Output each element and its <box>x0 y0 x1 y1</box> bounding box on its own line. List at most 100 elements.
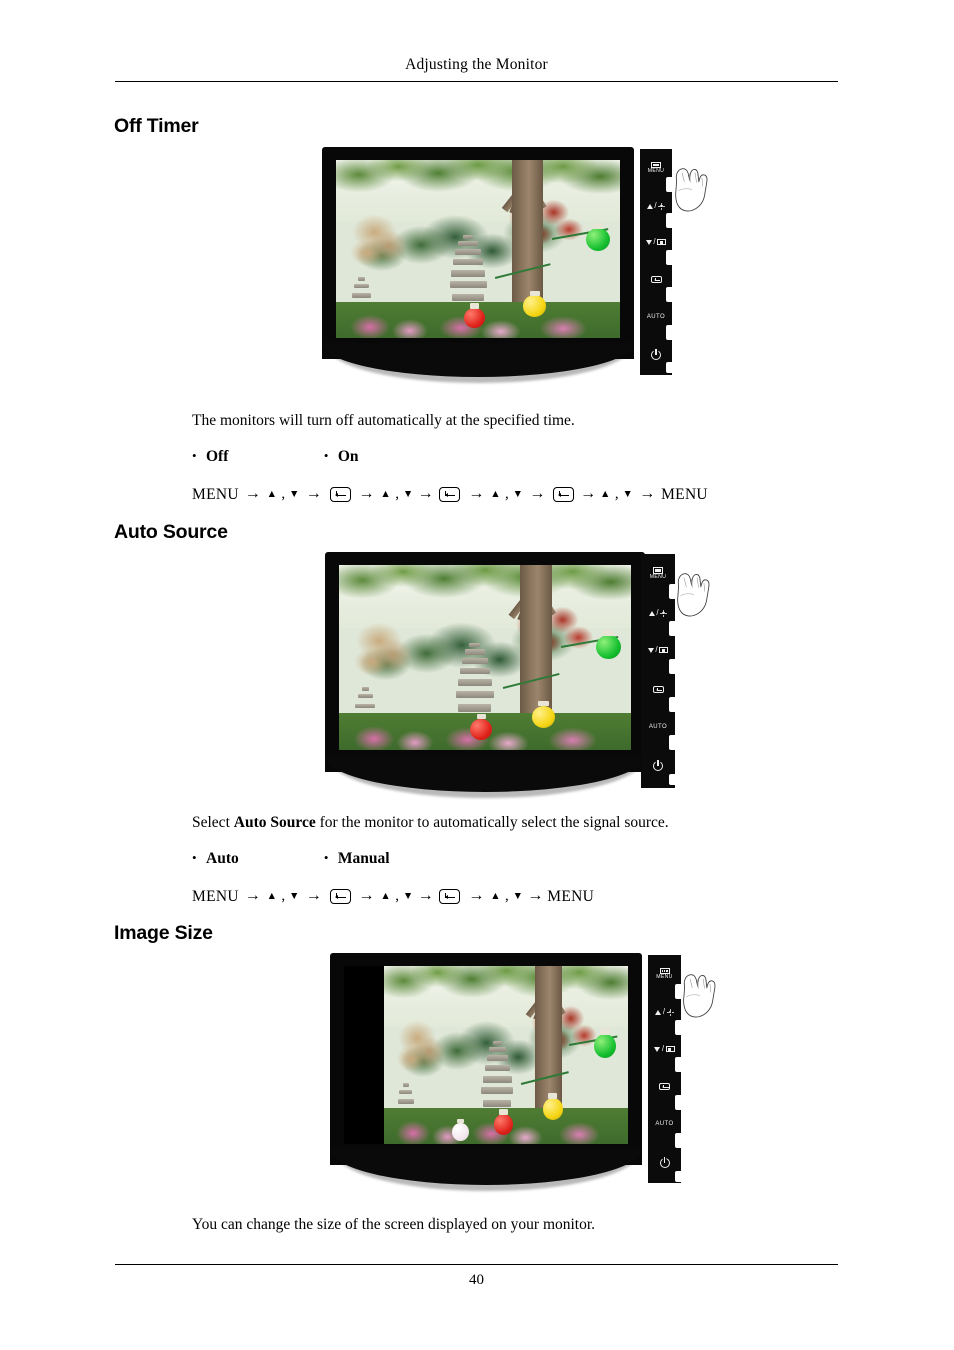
manual-page: Adjusting the Monitor Off Timer MENU / /… <box>0 0 954 1350</box>
auto-button-label: AUTO <box>646 314 666 320</box>
nav-sequence-off-timer: MENU → ▲ , ▼ → → ▲ , ▼ → → ▲ , ▼ → → ▲ ,… <box>192 486 708 502</box>
up-brightness-button[interactable]: / <box>641 603 675 623</box>
auto-button[interactable]: AUTO <box>641 717 675 737</box>
option-item: • On <box>324 448 452 466</box>
comma-glyph: , <box>395 887 399 904</box>
down-image-icon: / <box>645 238 667 246</box>
down-image-button[interactable]: / <box>641 640 675 660</box>
auto-button-label: AUTO <box>648 724 668 730</box>
power-icon <box>651 349 661 360</box>
option-label: On <box>337 448 359 465</box>
photo-lantern-green <box>595 630 621 660</box>
menu-button-label: MENU <box>647 168 665 175</box>
footer-divider <box>115 1264 838 1265</box>
photo-lantern-red <box>470 713 493 740</box>
down-triangle-glyph: ▼ <box>512 489 524 500</box>
arrow-glyph: → <box>527 887 544 905</box>
auto-button[interactable]: AUTO <box>648 1114 681 1134</box>
down-triangle-glyph: ▼ <box>289 489 300 500</box>
menu-button-label: MENU <box>656 974 673 981</box>
panel-notch <box>675 1133 681 1148</box>
arrow-glyph: → <box>417 887 434 905</box>
monitor-screen <box>344 966 628 1144</box>
monitor-bezel-chin <box>322 343 634 377</box>
option-list-auto-source: • Auto • Manual <box>192 850 452 868</box>
menu-button[interactable]: MENU <box>641 560 675 587</box>
option-label: Manual <box>337 850 390 867</box>
panel-notch <box>669 659 675 674</box>
down-triangle-glyph: ▼ <box>289 891 300 902</box>
section-description-off-timer: The monitors will turn off automatically… <box>192 412 575 429</box>
down-image-icon: / <box>654 1045 675 1053</box>
bullet-glyph: • <box>323 850 329 865</box>
down-image-button[interactable]: / <box>648 1039 681 1059</box>
section-description-image-size: You can change the size of the screen di… <box>192 1216 596 1233</box>
enter-button[interactable] <box>640 269 672 289</box>
section-heading-image-size: Image Size <box>114 922 213 944</box>
up-triangle-glyph: ▲ <box>600 489 611 500</box>
photo-lantern-red <box>493 1108 514 1136</box>
enter-icon <box>659 1082 670 1090</box>
comma-glyph: , <box>614 485 619 502</box>
garden-photo <box>339 565 631 750</box>
monitor-control-panel: MENU / / AUTO <box>641 554 675 788</box>
power-icon <box>653 760 663 771</box>
enter-icon <box>650 275 662 283</box>
bullet-glyph: • <box>323 448 329 463</box>
arrow-glyph: → <box>244 485 261 503</box>
arrow-glyph: → <box>244 887 261 905</box>
option-item: • Off <box>192 448 320 466</box>
enter-button[interactable] <box>648 1076 681 1096</box>
auto-button[interactable]: AUTO <box>640 307 672 327</box>
option-list-off-timer: • Off • On <box>192 448 452 466</box>
power-icon <box>659 1157 670 1168</box>
down-triangle-glyph: ▼ <box>402 891 414 902</box>
photo-lantern-green <box>585 222 611 251</box>
enter-button[interactable] <box>641 679 675 699</box>
panel-notch <box>666 250 672 265</box>
down-triangle-glyph: ▼ <box>402 489 414 500</box>
menu-button-label: MENU <box>649 573 667 580</box>
monitor-figure-off-timer: MENU / / AUTO <box>322 147 708 387</box>
photo-lantern-yellow <box>531 700 556 728</box>
screen-content <box>344 966 628 1144</box>
hand-pointer-icon <box>677 573 710 617</box>
photo-lantern-yellow <box>542 1092 564 1120</box>
menu-bars-icon <box>653 567 663 574</box>
nav-menu-start: MENU <box>192 887 239 905</box>
arrow-glyph: → <box>639 485 656 503</box>
up-brightness-icon: / <box>655 1008 674 1016</box>
up-triangle-glyph: ▲ <box>490 489 502 500</box>
option-item: • Auto <box>192 850 320 868</box>
menu-bars-icon <box>659 967 670 975</box>
arrow-glyph: → <box>580 485 597 503</box>
section-heading-off-timer: Off Timer <box>114 115 199 137</box>
bullet-glyph: • <box>192 448 197 463</box>
panel-notch <box>675 1057 681 1072</box>
photo-copper-tree <box>350 620 421 688</box>
photo-lantern-yellow <box>523 290 547 317</box>
header-divider <box>115 81 838 82</box>
panel-notch <box>666 287 672 302</box>
panel-notch <box>669 697 675 712</box>
comma-glyph: , <box>505 485 509 502</box>
down-image-button[interactable]: / <box>640 232 672 252</box>
photo-copper-tree <box>347 213 416 278</box>
panel-notch <box>666 325 672 340</box>
screen-content <box>336 160 620 338</box>
page-header-title: Adjusting the Monitor <box>405 56 548 73</box>
option-label: Auto <box>206 850 239 867</box>
description-bold-term: Auto Source <box>233 814 316 831</box>
nav-menu-end: MENU <box>547 887 595 905</box>
monitor-figure-image-size: MENU / / AUTO <box>330 953 716 1193</box>
page-number: 40 <box>469 1272 484 1288</box>
section-heading-auto-source: Auto Source <box>114 521 228 543</box>
panel-notch <box>669 735 675 750</box>
enter-key-glyph <box>329 888 351 904</box>
arrow-glyph: → <box>468 485 485 503</box>
up-triangle-glyph: ▲ <box>380 489 392 500</box>
hand-pointer-icon <box>683 974 716 1018</box>
down-triangle-glyph: ▼ <box>512 891 524 902</box>
up-triangle-glyph: ▲ <box>266 489 278 500</box>
description-prefix: Select <box>192 814 234 831</box>
